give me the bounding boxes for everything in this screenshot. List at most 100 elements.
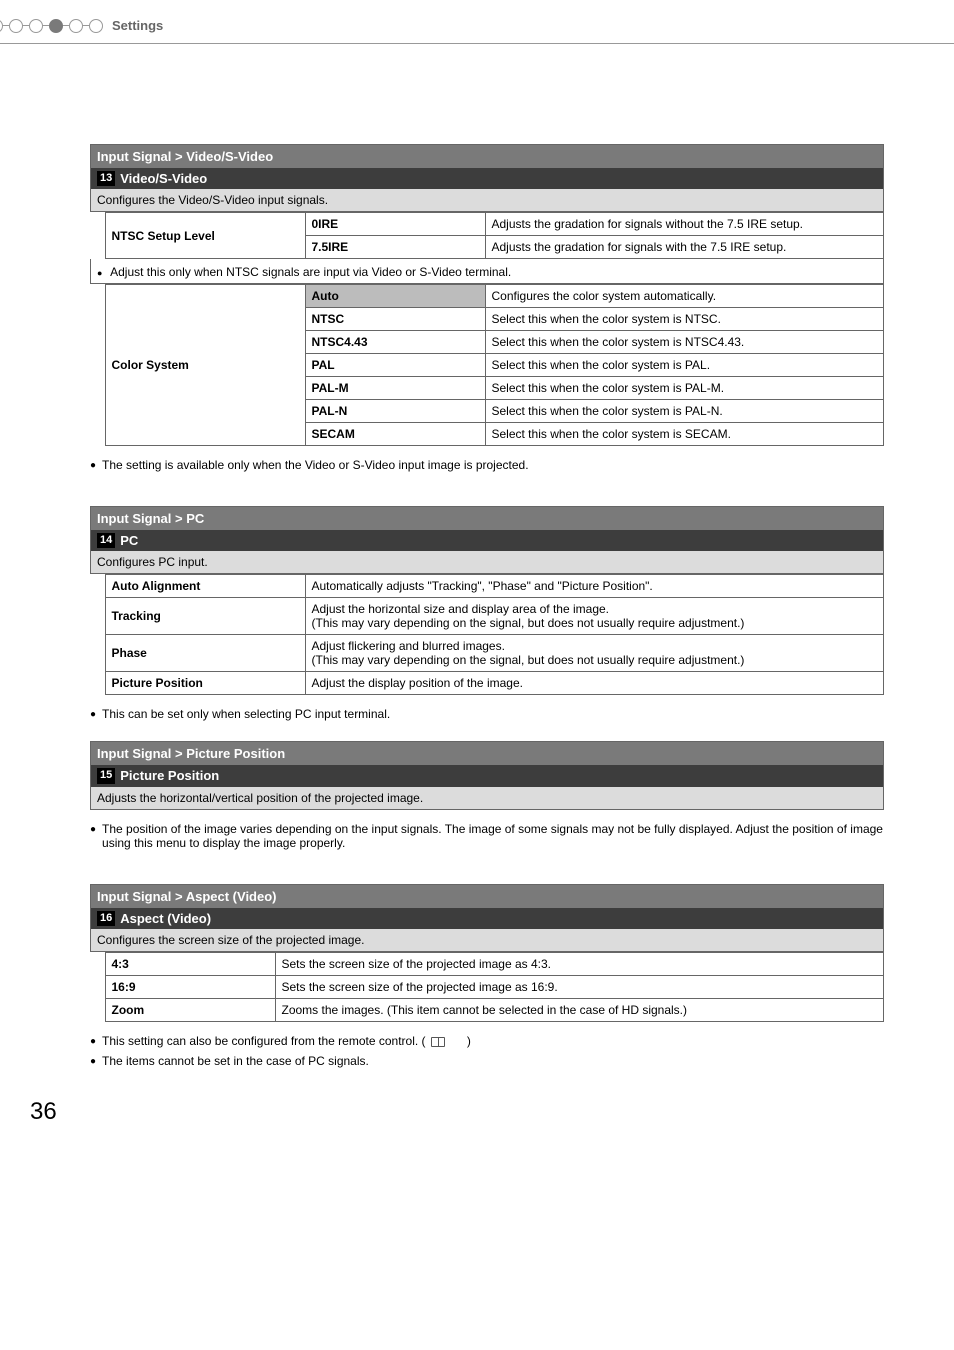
book-icon: [431, 1037, 445, 1047]
bullet-icon: ●: [90, 1056, 96, 1068]
spacer: [90, 998, 105, 1021]
bullet-icon: ●: [97, 268, 102, 278]
spacer: [90, 598, 105, 635]
pc-auto-align-label: Auto Alignment: [105, 575, 305, 598]
cs-label: Color System: [105, 285, 305, 446]
bead-empty: [29, 19, 43, 33]
bullet-icon: ●: [90, 824, 96, 850]
section4-note1: ● This setting can also be configured fr…: [90, 1022, 884, 1048]
ntsc-desc-0ire: Adjusts the gradation for signals withou…: [485, 213, 884, 236]
section3-note-text: The position of the image varies dependi…: [102, 822, 884, 850]
progress-beads: [0, 19, 102, 33]
aspect-169-label: 16:9: [105, 975, 275, 998]
section4-subheader: 16 Aspect (Video): [90, 908, 884, 929]
pc-phase-desc: Adjust flickering and blurred images. (T…: [305, 635, 884, 672]
pc-tracking-desc: Adjust the horizontal size and display a…: [305, 598, 884, 635]
section2-header: Input Signal > PC: [90, 506, 884, 530]
pc-tracking-label: Tracking: [105, 598, 305, 635]
section2-subheader: 14 PC: [90, 530, 884, 551]
cs-desc-secam: Select this when the color system is SEC…: [485, 423, 884, 446]
cs-opt-ntsc443: NTSC4.43: [305, 331, 485, 354]
spacer: [90, 308, 105, 331]
section-picture-position: Input Signal > Picture Position 15 Pictu…: [0, 741, 954, 849]
bead-empty: [0, 19, 3, 33]
section1-subheader: 13 Video/S-Video: [90, 168, 884, 189]
spacer: [90, 635, 105, 672]
aspect-43-label: 4:3: [105, 952, 275, 975]
bullet-icon: ●: [90, 709, 96, 721]
bullet-icon: ●: [90, 1036, 96, 1048]
page-number: 36: [0, 1068, 954, 1126]
spacer: [90, 285, 105, 308]
spacer: [90, 236, 105, 259]
bead-empty: [69, 19, 83, 33]
pc-picpos-desc: Adjust the display position of the image…: [305, 672, 884, 695]
ntsc-opt-75ire: 7.5IRE: [305, 236, 485, 259]
section1-note: ● The setting is available only when the…: [90, 446, 884, 472]
aspect-169-desc: Sets the screen size of the projected im…: [275, 975, 884, 998]
cs-desc-ntsc: Select this when the color system is NTS…: [485, 308, 884, 331]
spacer: [90, 575, 105, 598]
spacer: [90, 400, 105, 423]
pc-phase-label: Phase: [105, 635, 305, 672]
spacer: [90, 331, 105, 354]
section4-note2-text: The items cannot be set in the case of P…: [102, 1054, 369, 1068]
spacer: [90, 213, 105, 236]
pc-auto-align-desc: Automatically adjusts "Tracking", "Phase…: [305, 575, 884, 598]
cs-desc-pal: Select this when the color system is PAL…: [485, 354, 884, 377]
spacer: [90, 672, 105, 695]
spacer: [90, 354, 105, 377]
section4-subtitle: Aspect (Video): [120, 911, 211, 926]
section2-note: ● This can be set only when selecting PC…: [90, 695, 884, 721]
aspect-table: 4:3 Sets the screen size of the projecte…: [90, 952, 884, 1022]
badge-14: 14: [97, 533, 115, 548]
cs-opt-pal: PAL: [305, 354, 485, 377]
aspect-zoom-desc: Zooms the images. (This item cannot be s…: [275, 998, 884, 1021]
page-header: Settings: [0, 0, 954, 44]
aspect-zoom-label: Zoom: [105, 998, 275, 1021]
cs-opt-auto: Auto: [305, 285, 485, 308]
gap: [0, 850, 954, 884]
ntsc-label: NTSC Setup Level: [105, 213, 305, 259]
cs-opt-ntsc: NTSC: [305, 308, 485, 331]
section3-note: ● The position of the image varies depen…: [90, 810, 884, 850]
spacer: [90, 975, 105, 998]
section2-subtitle: PC: [120, 533, 138, 548]
section3-header: Input Signal > Picture Position: [90, 741, 884, 765]
spacer: [90, 423, 105, 446]
section4-note1-wrap: This setting can also be configured from…: [102, 1034, 471, 1048]
ntsc-table: NTSC Setup Level 0IRE Adjusts the gradat…: [90, 212, 884, 259]
section1-note-text: The setting is available only when the V…: [102, 458, 528, 472]
color-system-table: Color System Auto Configures the color s…: [90, 284, 884, 446]
section3-subheader: 15 Picture Position: [90, 765, 884, 786]
cs-opt-palm: PAL-M: [305, 377, 485, 400]
section4-note1-text-a: This setting can also be configured from…: [102, 1034, 426, 1048]
section1-desc: Configures the Video/S-Video input signa…: [90, 189, 884, 212]
section1-inner-note-row: ● Adjust this only when NTSC signals are…: [90, 259, 884, 284]
bead-empty: [9, 19, 23, 33]
section4-header: Input Signal > Aspect (Video): [90, 884, 884, 908]
gap: [0, 472, 954, 506]
cs-opt-paln: PAL-N: [305, 400, 485, 423]
bead-filled: [49, 19, 63, 33]
badge-16: 16: [97, 911, 115, 926]
aspect-43-desc: Sets the screen size of the projected im…: [275, 952, 884, 975]
cs-opt-secam: SECAM: [305, 423, 485, 446]
section1-subtitle: Video/S-Video: [120, 171, 207, 186]
cs-desc-paln: Select this when the color system is PAL…: [485, 400, 884, 423]
header-label: Settings: [112, 18, 163, 33]
section4-note1-text-b: ): [467, 1034, 471, 1048]
section1-inner-note: Adjust this only when NTSC signals are i…: [110, 265, 511, 279]
section3-desc: Adjusts the horizontal/vertical position…: [90, 787, 884, 810]
section-pc: Input Signal > PC 14 PC Configures PC in…: [0, 506, 954, 721]
ntsc-desc-75ire: Adjusts the gradation for signals with t…: [485, 236, 884, 259]
section3-subtitle: Picture Position: [120, 768, 219, 783]
section-aspect-video: Input Signal > Aspect (Video) 16 Aspect …: [0, 884, 954, 1068]
section2-note-text: This can be set only when selecting PC i…: [102, 707, 390, 721]
ntsc-opt-0ire: 0IRE: [305, 213, 485, 236]
cs-desc-auto: Configures the color system automaticall…: [485, 285, 884, 308]
bead-empty: [89, 19, 103, 33]
section4-note2: ● The items cannot be set in the case of…: [90, 1048, 884, 1068]
badge-15: 15: [97, 768, 115, 783]
bullet-icon: ●: [90, 460, 96, 472]
